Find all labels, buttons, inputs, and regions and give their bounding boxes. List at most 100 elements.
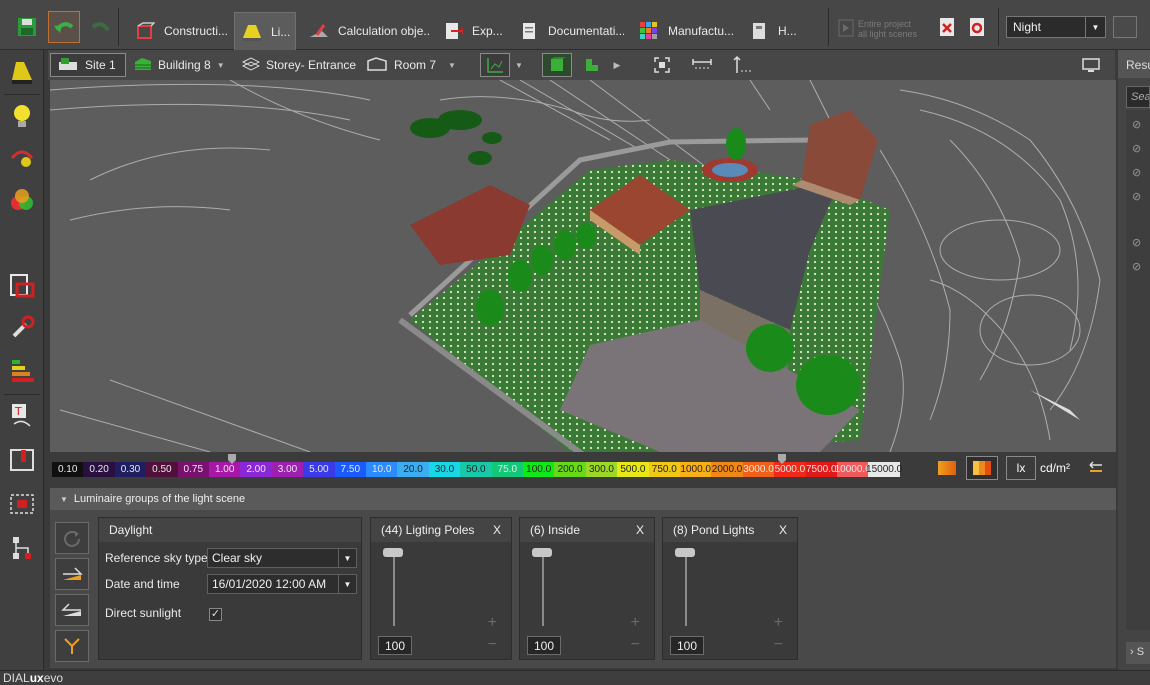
minus-icon[interactable]: −: [774, 636, 783, 654]
measure-distance-icon[interactable]: [690, 53, 714, 77]
view-filter-button[interactable]: [480, 53, 510, 77]
scale-cell: 2000.0: [711, 462, 743, 477]
tab-calculation-objects[interactable]: Calculation obje...: [302, 12, 430, 50]
unit-luminance-button[interactable]: cd/m²: [1038, 456, 1072, 480]
dimming-slider-handle[interactable]: [532, 548, 552, 557]
undo-icon[interactable]: [48, 11, 80, 43]
monitor-icon[interactable]: [1113, 16, 1137, 38]
wrench-icon[interactable]: [2, 308, 42, 348]
export-icon: [442, 20, 464, 42]
site-icon: [57, 56, 79, 75]
chevron-right-icon[interactable]: ▶: [610, 53, 624, 77]
luminaire-groups-header[interactable]: ▼ Luminaire groups of the light scene: [50, 488, 1116, 510]
light-bulb-icon[interactable]: [2, 96, 42, 136]
eye-hidden-icon[interactable]: ⊘: [1132, 236, 1141, 249]
direct-sunlight-checkbox[interactable]: ✓: [209, 608, 222, 621]
measure-height-icon[interactable]: [730, 53, 754, 77]
breadcrumb-site[interactable]: Site 1: [50, 53, 126, 77]
tab-label: Exp...: [472, 24, 503, 38]
color-gradient-icon[interactable]: [932, 456, 962, 480]
dimming-value[interactable]: 100: [378, 636, 412, 655]
redo-icon[interactable]: [86, 10, 116, 44]
luminaire-tool-icon[interactable]: [2, 52, 42, 92]
dimming-slider-handle[interactable]: [383, 548, 403, 557]
tab-manufacturers[interactable]: Manufactu...: [632, 12, 734, 50]
dimming-slider-handle[interactable]: [675, 548, 695, 557]
dimming-slider-track[interactable]: [393, 554, 395, 626]
scale-cell: 750.0: [648, 462, 680, 477]
chevron-down-icon[interactable]: ▼: [510, 53, 528, 77]
hierarchy-icon[interactable]: [2, 528, 42, 568]
section-view-icon[interactable]: [2, 440, 42, 480]
refresh-icon[interactable]: [55, 522, 89, 554]
zoom-extents-icon[interactable]: [650, 53, 674, 77]
plus-icon[interactable]: +: [488, 614, 497, 632]
svg-text:T: T: [14, 405, 22, 418]
tab-documentation[interactable]: Documentati...: [512, 12, 624, 50]
plus-icon[interactable]: +: [774, 614, 783, 632]
play-icon: [838, 19, 854, 39]
scale-cell: 1000.0: [680, 462, 712, 477]
add-group-icon[interactable]: [55, 558, 89, 590]
results-footer[interactable]: › S: [1126, 642, 1150, 664]
close-icon[interactable]: X: [493, 523, 501, 537]
scale-cell: 2.00: [240, 462, 272, 477]
energy-rating-icon[interactable]: [2, 350, 42, 390]
scale-cell: 10.0: [366, 462, 398, 477]
minus-icon[interactable]: −: [488, 636, 497, 654]
eye-hidden-icon[interactable]: ⊘: [1132, 190, 1141, 203]
dimming-slider-track[interactable]: [685, 554, 687, 626]
close-icon[interactable]: X: [779, 523, 787, 537]
sky-type-label: Reference sky type: [105, 551, 208, 565]
calculation-object-tool-icon[interactable]: [2, 266, 42, 306]
3d-viewport[interactable]: [50, 80, 1116, 452]
sky-type-select[interactable]: Clear sky ▼: [207, 548, 357, 568]
remove-group-icon[interactable]: [55, 594, 89, 626]
tab-help[interactable]: H...: [742, 12, 814, 50]
breadcrumb-storey[interactable]: Storey- Entrance: [241, 53, 356, 77]
unit-lux-button[interactable]: lx: [1006, 456, 1036, 480]
delete-light-scene-icon[interactable]: [932, 10, 962, 44]
chevron-down-icon: ▼: [216, 60, 225, 70]
dimming-value[interactable]: 100: [670, 636, 704, 655]
minus-icon[interactable]: −: [631, 636, 640, 654]
date-time-picker[interactable]: 16/01/2020 12:00 AM ▼: [207, 574, 357, 594]
results-list: [1126, 110, 1150, 630]
eye-hidden-icon[interactable]: ⊘: [1132, 142, 1141, 155]
close-icon[interactable]: X: [636, 523, 644, 537]
light-scene-select[interactable]: Night ▼: [1006, 16, 1106, 38]
breadcrumb-room[interactable]: Room 7 ▼: [366, 53, 456, 77]
eye-hidden-icon[interactable]: ⊘: [1132, 166, 1141, 179]
date-time-label: Date and time: [105, 577, 180, 591]
save-icon[interactable]: [12, 10, 42, 44]
text-annotation-icon[interactable]: T: [2, 396, 42, 436]
merge-group-icon[interactable]: [55, 630, 89, 662]
gradient-stepped-icon[interactable]: [966, 456, 998, 480]
scale-cell: 5.00: [303, 462, 335, 477]
selection-frame-icon[interactable]: [2, 484, 42, 524]
breadcrumb-building[interactable]: Building 8 ▼: [134, 53, 225, 77]
light-color-icon[interactable]: [2, 180, 42, 220]
eye-hidden-icon[interactable]: ⊘: [1132, 260, 1141, 273]
monitor-icon[interactable]: [1078, 53, 1104, 77]
tab-light[interactable]: Li...: [234, 12, 296, 50]
tab-export[interactable]: Exp...: [436, 12, 506, 50]
wireframe-view-icon[interactable]: [578, 53, 606, 77]
tab-construction[interactable]: Constructi...: [128, 12, 228, 50]
ribbon-separator: [118, 8, 119, 46]
results-search-input[interactable]: Sea: [1126, 86, 1150, 108]
swap-arrows-icon[interactable]: [1082, 456, 1110, 480]
solid-view-icon[interactable]: [542, 53, 572, 77]
luminaire-group-card: (6) Inside X 100 + −: [519, 517, 655, 660]
light-scene-settings-icon[interactable]: [962, 10, 992, 44]
dimming-value[interactable]: 100: [527, 636, 561, 655]
arrange-luminaires-icon[interactable]: [2, 138, 42, 178]
daylight-card: Daylight Reference sky type Clear sky ▼ …: [98, 517, 362, 660]
entire-project-button[interactable]: Entire project all light scenes: [838, 14, 930, 44]
plus-icon[interactable]: +: [631, 614, 640, 632]
scale-cell: 300.0: [585, 462, 618, 477]
dimming-slider-track[interactable]: [542, 554, 544, 626]
scale-cell: 0.10: [52, 462, 84, 477]
collapse-triangle-icon: ▼: [60, 494, 68, 504]
eye-hidden-icon[interactable]: ⊘: [1132, 118, 1141, 131]
